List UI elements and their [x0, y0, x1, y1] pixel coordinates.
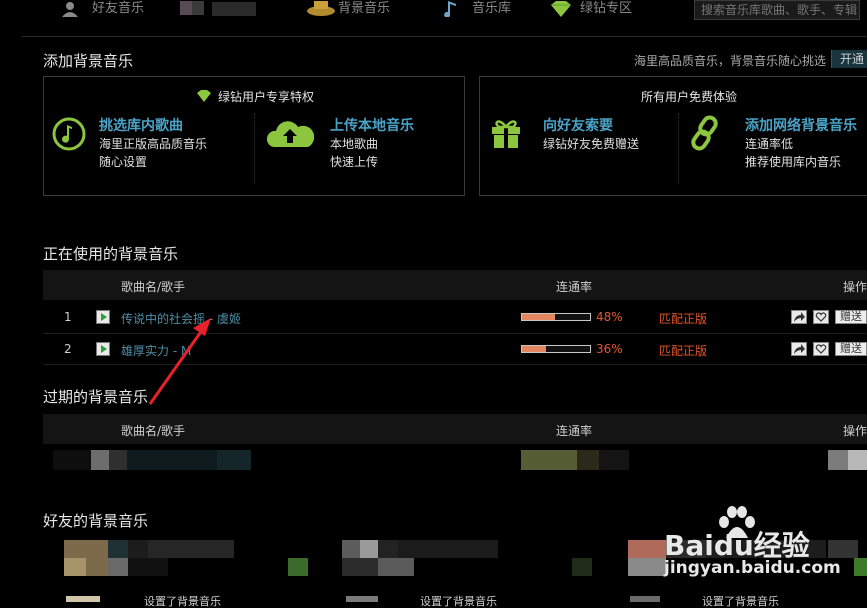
section-title-expired: 过期的背景音乐: [43, 388, 149, 406]
diamond-icon: [548, 0, 574, 17]
divider: [678, 113, 680, 183]
music-note-icon: [440, 0, 466, 18]
friend-item[interactable]: 设置了背景音乐: [342, 540, 592, 608]
match-label[interactable]: 匹配正版: [659, 310, 707, 327]
rate-percent: 48%: [596, 310, 623, 324]
rate-percent: 36%: [596, 342, 623, 356]
feature-desc: 快速上传: [330, 155, 379, 169]
nav-label: 好友音乐: [92, 1, 145, 16]
open-button[interactable]: 开通: [831, 50, 867, 68]
nav-item-music-lib[interactable]: 音乐库: [440, 0, 511, 18]
feature-title-ask-friends[interactable]: 向好友索要: [543, 115, 613, 135]
col-song-header: 歌曲名/歌手: [121, 424, 186, 438]
gift-button[interactable]: 赠送: [835, 310, 867, 324]
nav-item-green-diamond[interactable]: 绿钻专区: [548, 0, 632, 18]
share-icon[interactable]: [791, 310, 807, 324]
music-note-circle-icon[interactable]: [52, 117, 86, 154]
friend-status: 设置了背景音乐: [420, 595, 497, 608]
feature-title-upload-local[interactable]: 上传本地音乐: [330, 115, 414, 135]
friend-item[interactable]: 设置了背景音乐: [64, 540, 314, 608]
friend-status: 设置了背景音乐: [144, 595, 221, 608]
table-header: 歌曲名/歌手 连通率 操作: [43, 270, 867, 300]
watermark-url: jingyan.baidu.com: [664, 558, 841, 578]
green-privilege-card: 绿钻用户专享特权 挑选库内歌曲 海里正版高品质音乐 随心设置 上传本地音乐 本地…: [43, 76, 465, 196]
divider: [254, 113, 256, 183]
col-song-header: 歌曲名/歌手: [121, 280, 186, 294]
feature-desc: 本地歌曲: [330, 137, 379, 151]
user-icon: [60, 1, 86, 17]
section-title-using: 正在使用的背景音乐: [43, 245, 179, 263]
match-label[interactable]: 匹配正版: [659, 342, 707, 359]
col-op-header: 操作: [843, 280, 867, 294]
annotation-arrow-icon: [148, 318, 211, 405]
section-title-friends: 好友的背景音乐: [43, 512, 149, 530]
play-icon[interactable]: [96, 342, 110, 356]
music-box-icon: [306, 0, 335, 17]
row-index: 2: [64, 342, 72, 356]
album-icon: [180, 0, 206, 17]
baidu-watermark: Baidu经验 jingyan.baidu.com: [664, 506, 864, 582]
rate-bar-fill: [522, 314, 555, 320]
nav-label: 音乐库: [472, 1, 512, 16]
col-rate-header: 连通率: [556, 424, 593, 438]
rate-bar-fill: [522, 346, 547, 352]
link-icon[interactable]: [688, 115, 722, 154]
nav-label: 背景音乐: [338, 1, 391, 16]
feature-desc: 连通率低: [745, 137, 794, 151]
nav-item-album[interactable]: [180, 0, 256, 18]
table-header: 歌曲名/歌手 连通率 操作: [43, 414, 867, 444]
heart-icon[interactable]: [813, 310, 829, 324]
friend-status: 设置了背景音乐: [702, 595, 779, 608]
table-row: [43, 448, 867, 472]
feature-desc: 绿钻好友免费赠送: [543, 137, 640, 151]
diamond-icon: [196, 90, 212, 105]
cloud-upload-icon[interactable]: [266, 117, 315, 152]
row-index: 1: [64, 310, 72, 324]
play-icon[interactable]: [96, 310, 110, 324]
free-experience-card: 所有用户免费体验 向好友索要 绿钻好友免费赠送 添加网络背景音乐 连通率低 推荐…: [479, 76, 867, 196]
card-header-label: 绿钻用户专享特权: [218, 90, 315, 104]
nav-label: 绿钻专区: [580, 1, 633, 16]
nav-item-friends-music[interactable]: 好友音乐: [60, 0, 144, 18]
rate-bar: [521, 345, 591, 353]
col-op-header: 操作: [843, 424, 867, 438]
nav-item-bg-music[interactable]: 背景音乐: [306, 0, 390, 18]
rate-bar: [521, 313, 591, 321]
feature-desc: 海里正版高品质音乐: [99, 137, 208, 151]
feature-desc: 随心设置: [99, 155, 148, 169]
gift-icon[interactable]: [489, 115, 523, 152]
gift-button[interactable]: 赠送: [835, 342, 867, 356]
top-nav: 好友音乐 背景音乐 音乐库 绿钻专区: [0, 0, 867, 22]
divider: [22, 36, 867, 37]
share-icon[interactable]: [791, 342, 807, 356]
section-title-add: 添加背景音乐: [43, 52, 134, 70]
card-header: 绿钻用户专享特权: [196, 88, 314, 105]
col-rate-header: 连通率: [556, 280, 593, 294]
promo-text: 海里高品质音乐，背景音乐随心挑选: [634, 54, 827, 68]
search-input[interactable]: [694, 0, 860, 20]
feature-title-pick-songs[interactable]: 挑选库内歌曲: [99, 115, 183, 135]
feature-title-add-web-music[interactable]: 添加网络背景音乐: [745, 115, 857, 135]
heart-icon[interactable]: [813, 342, 829, 356]
feature-desc: 推荐使用库内音乐: [745, 155, 842, 169]
card-header-label: 所有用户免费体验: [641, 90, 738, 104]
